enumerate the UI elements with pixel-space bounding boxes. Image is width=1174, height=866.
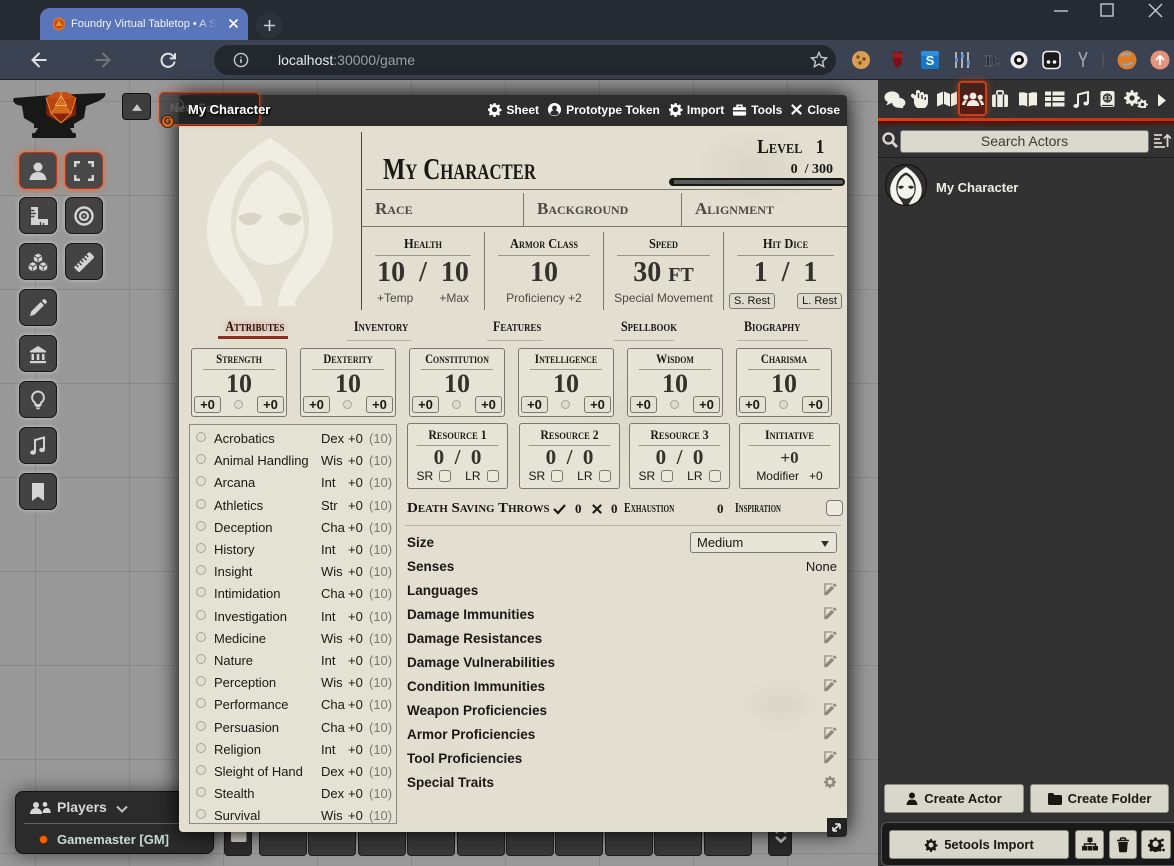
- svg-text:S: S: [926, 53, 935, 68]
- svg-text:D.: D.: [985, 53, 1001, 70]
